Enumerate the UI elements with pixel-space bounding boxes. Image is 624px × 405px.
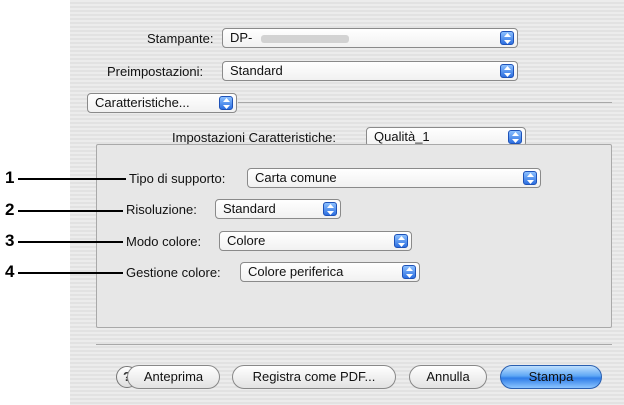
callout-number-1: 1	[5, 168, 15, 187]
color-mode-popup[interactable]: Colore	[219, 231, 412, 251]
color-mode-value: Colore	[227, 233, 266, 248]
color-mode-label: Modo colore:	[126, 234, 202, 249]
callout-line-3	[18, 241, 123, 243]
updown-arrows-icon	[523, 171, 537, 185]
save-as-pdf-button[interactable]: Registra come PDF...	[232, 365, 396, 389]
updown-arrows-icon	[402, 265, 416, 279]
resolution-value: Standard	[223, 201, 276, 216]
print-button[interactable]: Stampa	[500, 365, 602, 389]
color-management-popup[interactable]: Colore periferica	[240, 262, 420, 282]
callout-number-4: 4	[5, 262, 15, 281]
media-type-value: Carta comune	[255, 170, 337, 185]
printer-name-redacted	[261, 35, 349, 43]
callout-line-1	[18, 178, 126, 180]
preview-button[interactable]: Anteprima	[127, 365, 220, 389]
updown-arrows-icon	[508, 130, 522, 144]
updown-arrows-icon	[219, 96, 233, 110]
printer-label: Stampante:	[147, 31, 214, 46]
media-type-popup[interactable]: Carta comune	[247, 168, 541, 188]
footer-separator	[96, 344, 612, 345]
media-type-label: Tipo di supporto:	[129, 171, 226, 186]
presets-popup[interactable]: Standard	[222, 61, 518, 81]
panel-separator	[238, 102, 612, 103]
presets-label: Preimpostazioni:	[107, 64, 204, 79]
callout-number-3: 3	[5, 231, 15, 250]
callout-line-4	[18, 272, 123, 274]
printer-value: DP-	[230, 30, 253, 45]
presets-value: Standard	[230, 63, 283, 78]
updown-arrows-icon	[394, 234, 408, 248]
callout-number-2: 2	[5, 200, 15, 219]
updown-arrows-icon	[323, 202, 337, 216]
resolution-label: Risoluzione:	[126, 202, 197, 217]
color-management-value: Colore periferica	[248, 264, 344, 279]
feature-set-value: Qualità_1	[374, 129, 430, 144]
color-management-label: Gestione colore:	[126, 265, 221, 280]
cancel-button[interactable]: Annulla	[409, 365, 487, 389]
resolution-popup[interactable]: Standard	[215, 199, 341, 219]
panel-selector-popup[interactable]: Caratteristiche...	[87, 93, 237, 113]
updown-arrows-icon	[500, 64, 514, 78]
updown-arrows-icon	[500, 31, 514, 45]
printer-popup[interactable]: DP-	[222, 28, 518, 48]
callout-line-2	[18, 210, 123, 212]
panel-selector-value: Caratteristiche...	[95, 95, 190, 110]
